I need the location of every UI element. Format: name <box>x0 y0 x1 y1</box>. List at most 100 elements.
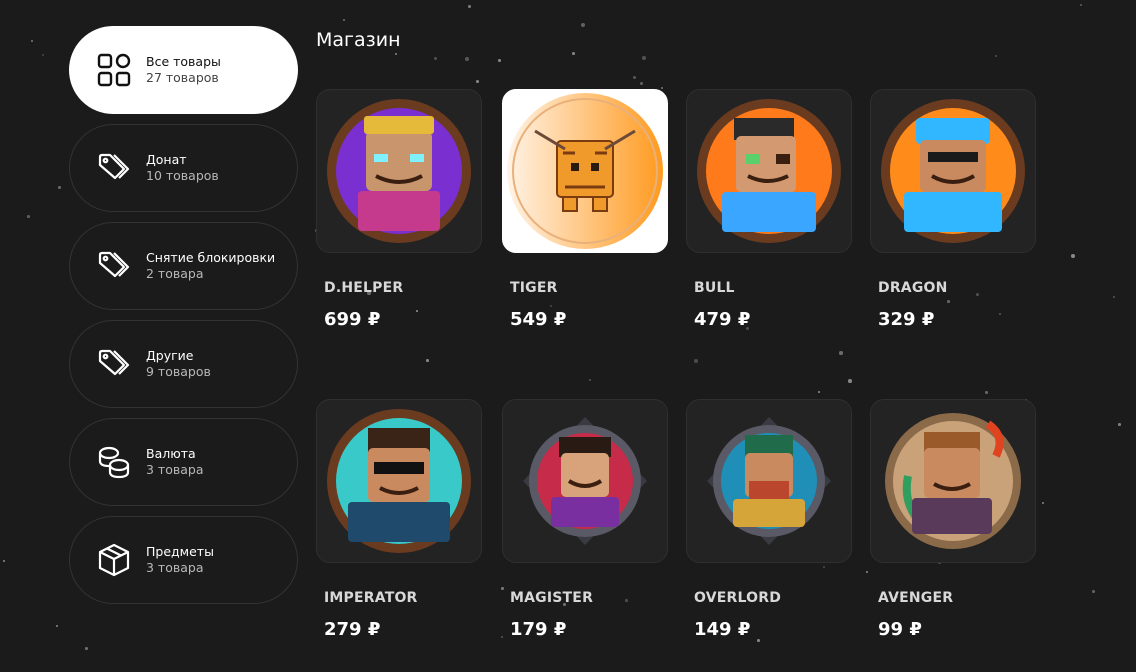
category-items[interactable]: Предметы 3 товара <box>69 516 298 604</box>
product-image <box>870 399 1036 563</box>
product-price: 329 ₽ <box>878 309 935 330</box>
star-dot <box>581 23 585 27</box>
product-price: 179 ₽ <box>510 619 567 640</box>
avatar-emblem-icon <box>697 99 841 243</box>
product-image <box>686 399 852 563</box>
category-count: 10 товаров <box>146 168 219 183</box>
coins-icon <box>96 444 132 480</box>
avatar-emblem-icon <box>885 413 1021 549</box>
star-dot <box>985 391 988 394</box>
product-price: 549 ₽ <box>510 309 567 330</box>
star-dot <box>56 625 58 627</box>
tags-icon <box>96 248 132 284</box>
product-image <box>316 89 482 253</box>
star-dot <box>866 571 869 574</box>
star-dot <box>3 560 5 562</box>
product-image <box>686 89 852 253</box>
category-donate[interactable]: Донат 10 товаров <box>69 124 298 212</box>
category-count: 27 товаров <box>146 70 219 85</box>
star-dot <box>1080 4 1083 7</box>
avatar-emblem-icon <box>881 99 1025 243</box>
star-dot <box>468 5 471 8</box>
product-card-dragon[interactable]: DRAGON 329 ₽ <box>870 89 1036 331</box>
star-dot <box>1118 423 1121 426</box>
category-count: 3 товара <box>146 560 204 575</box>
product-name: AVENGER <box>878 590 954 606</box>
product-name: TIGER <box>510 280 558 296</box>
product-name: MAGISTER <box>510 590 594 606</box>
avatar-emblem-icon <box>707 417 831 545</box>
category-other[interactable]: Другие 9 товаров <box>69 320 298 408</box>
star-dot <box>589 379 592 382</box>
star-dot <box>1092 590 1095 593</box>
star-dot <box>694 359 698 363</box>
category-title: Донат <box>146 152 187 167</box>
tags-icon <box>96 346 132 382</box>
page-title: Магазин <box>316 29 401 51</box>
product-name: BULL <box>694 280 735 296</box>
product-card-bull[interactable]: BULL 479 ₽ <box>686 89 852 331</box>
category-count: 2 товара <box>146 266 204 281</box>
product-card-overlord[interactable]: OVERLORD 149 ₽ <box>686 399 852 641</box>
category-currency[interactable]: Валюта 3 товара <box>69 418 298 506</box>
star-dot <box>27 215 30 218</box>
star-dot <box>395 53 398 56</box>
category-title: Снятие блокировки <box>146 250 276 265</box>
category-sidebar: Все товары 27 товаров Донат 10 товаров С <box>69 26 298 614</box>
product-price: 149 ₽ <box>694 619 751 640</box>
product-name: IMPERATOR <box>324 590 418 606</box>
category-title: Предметы <box>146 544 214 559</box>
product-image <box>502 399 668 563</box>
product-price: 699 ₽ <box>324 309 381 330</box>
avatar-emblem-icon <box>523 417 647 545</box>
product-card-magister[interactable]: MAGISTER 179 ₽ <box>502 399 668 641</box>
star-dot <box>1071 254 1075 258</box>
product-card-avenger[interactable]: AVENGER 99 ₽ <box>870 399 1036 641</box>
tiger-emblem-icon <box>507 93 663 249</box>
tags-icon <box>96 150 132 186</box>
product-card-d-helper[interactable]: D.HELPER 699 ₽ <box>316 89 482 331</box>
star-dot <box>642 56 646 60</box>
product-price: 479 ₽ <box>694 309 751 330</box>
star-dot <box>1042 502 1045 505</box>
product-name: D.HELPER <box>324 280 404 296</box>
product-image <box>502 89 668 253</box>
category-title: Другие <box>146 348 194 363</box>
star-dot <box>848 379 852 383</box>
category-unban[interactable]: Снятие блокировки 2 товара <box>69 222 298 310</box>
product-name: OVERLORD <box>694 590 782 606</box>
product-card-tiger[interactable]: TIGER 549 ₽ <box>502 89 668 331</box>
star-dot <box>1113 296 1115 298</box>
star-dot <box>465 57 469 61</box>
star-dot <box>498 59 501 62</box>
category-all-products[interactable]: Все товары 27 товаров <box>69 26 298 114</box>
star-dot <box>818 391 820 393</box>
box-icon <box>96 542 132 578</box>
product-price: 279 ₽ <box>324 619 381 640</box>
star-dot <box>434 57 438 61</box>
star-dot <box>572 52 575 55</box>
star-dot <box>85 647 88 650</box>
star-dot <box>31 40 34 43</box>
grid-icon <box>96 52 132 88</box>
star-dot <box>476 80 479 83</box>
star-dot <box>426 359 429 362</box>
star-dot <box>640 82 643 85</box>
product-name: DRAGON <box>878 280 948 296</box>
category-count: 3 товара <box>146 462 204 477</box>
star-dot <box>42 54 44 56</box>
star-dot <box>633 76 636 79</box>
category-title: Все товары <box>146 54 221 69</box>
product-card-imperator[interactable]: IMPERATOR 279 ₽ <box>316 399 482 641</box>
product-price: 99 ₽ <box>878 619 922 640</box>
avatar-emblem-icon <box>327 409 471 553</box>
avatar-emblem-icon <box>327 99 471 243</box>
product-image <box>316 399 482 563</box>
star-dot <box>839 351 843 355</box>
star-dot <box>995 55 997 57</box>
star-dot <box>343 19 345 21</box>
product-image <box>870 89 1036 253</box>
category-title: Валюта <box>146 446 196 461</box>
star-dot <box>58 186 61 189</box>
category-count: 9 товаров <box>146 364 211 379</box>
